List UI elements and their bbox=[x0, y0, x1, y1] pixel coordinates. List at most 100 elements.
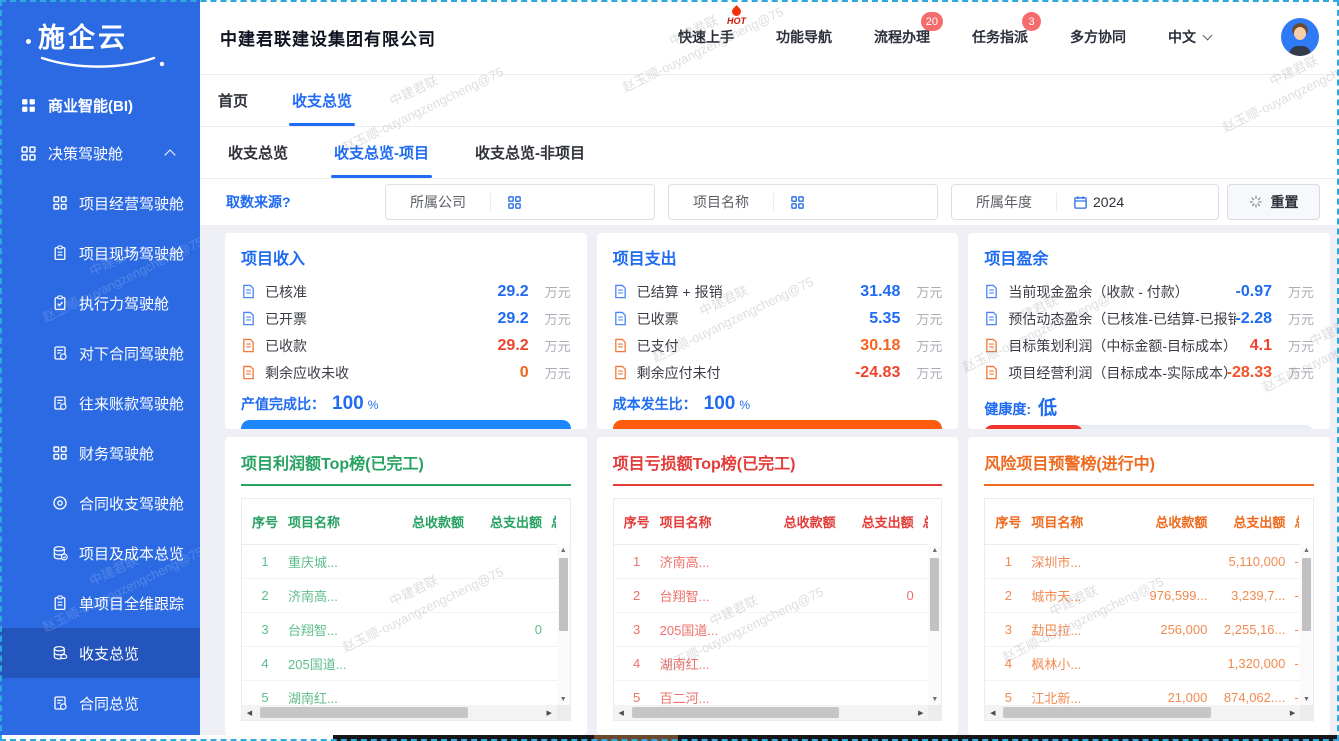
nav-quick-start[interactable]: HOT 快速上手 bbox=[678, 27, 734, 47]
sidebar-item-project-site[interactable]: 项目现场驾驶舱 bbox=[0, 228, 200, 278]
sidebar-item-bi[interactable]: 商业智能(BI) bbox=[0, 82, 200, 128]
company-filter[interactable]: 所属公司 bbox=[385, 184, 655, 220]
document-icon bbox=[984, 311, 999, 326]
vertical-scrollbar[interactable]: ▲▼ bbox=[1300, 546, 1313, 705]
sidebar-item-sub-contract[interactable]: 对下合同驾驶舱 bbox=[0, 328, 200, 378]
scroll-right-arrow[interactable]: ▶ bbox=[542, 709, 557, 717]
table-row[interactable]: 2台翔智...0 bbox=[614, 579, 929, 613]
app-logo[interactable]: 施企云 bbox=[0, 0, 200, 82]
scrollbar-thumb[interactable] bbox=[260, 707, 468, 718]
risk-warning-table-card: 风险项目预警榜(进行中) 序号 项目名称 总收款额 总支出额 总 1深圳市. bbox=[968, 437, 1330, 735]
table-row[interactable]: 4205国道... bbox=[242, 647, 557, 681]
stat-label: 已收款 bbox=[265, 336, 307, 356]
user-avatar[interactable] bbox=[1281, 18, 1319, 56]
table-row[interactable]: 1深圳市...5,110,000- bbox=[985, 545, 1300, 579]
sidebar-item-label: 项目现场驾驶舱 bbox=[79, 243, 184, 264]
scroll-left-arrow[interactable]: ◀ bbox=[985, 709, 1000, 717]
scroll-right-arrow[interactable]: ▶ bbox=[1285, 709, 1300, 717]
horizontal-scrollbar[interactable]: ◀▶ bbox=[985, 705, 1300, 720]
divider bbox=[773, 193, 774, 211]
scroll-left-arrow[interactable]: ◀ bbox=[242, 709, 257, 717]
scrollbar-thumb[interactable] bbox=[1003, 707, 1211, 718]
project-name-link[interactable]: 深圳市... bbox=[1031, 552, 1123, 571]
stat-label: 当前现金盈余（收款 - 付款） bbox=[1008, 282, 1188, 302]
sidebar-item-decision-cockpit[interactable]: 决策驾驶舱 bbox=[0, 128, 200, 178]
sidebar-item-accounts[interactable]: 往来账款驾驶舱 bbox=[0, 378, 200, 428]
stat-row: 已收款 29.2 万元 bbox=[241, 332, 571, 359]
project-name-link[interactable]: 济南高... bbox=[288, 586, 380, 605]
nav-multi-collab[interactable]: 多方协同 bbox=[1070, 27, 1126, 47]
scrollbar-thumb[interactable] bbox=[632, 707, 840, 718]
sidebar-item-project-operation[interactable]: 项目经营驾驶舱 bbox=[0, 178, 200, 228]
scroll-down-arrow[interactable]: ▼ bbox=[931, 695, 938, 705]
sidebar-item-contract-overview[interactable]: 合同总览 bbox=[0, 678, 200, 728]
filter-label: 所属年度 bbox=[952, 192, 1056, 212]
scroll-up-arrow[interactable]: ▲ bbox=[1303, 546, 1310, 556]
project-name-link[interactable]: 台翔智... bbox=[288, 620, 380, 639]
table-row[interactable]: 4湖南红... bbox=[614, 647, 929, 681]
sidebar-item-finance[interactable]: 财务驾驶舱 bbox=[0, 428, 200, 478]
card-title: 项目收入 bbox=[241, 245, 571, 269]
document-icon bbox=[241, 338, 256, 353]
sidebar-item-project-cost[interactable]: 项目及成本总览 bbox=[0, 528, 200, 578]
vertical-scrollbar[interactable]: ▲▼ bbox=[928, 546, 941, 705]
project-name-link[interactable]: 城市天... bbox=[1031, 586, 1123, 605]
scroll-right-arrow[interactable]: ▶ bbox=[913, 709, 928, 717]
scroll-up-arrow[interactable]: ▲ bbox=[560, 546, 567, 556]
stat-value: 31.48 bbox=[860, 283, 900, 301]
stat-unit: 万元 bbox=[900, 282, 942, 301]
sidebar-item-contract-inout[interactable]: 合同收支驾驶舱 bbox=[0, 478, 200, 528]
horizontal-scrollbar[interactable]: ◀▶ bbox=[614, 705, 929, 720]
scroll-left-arrow[interactable]: ◀ bbox=[614, 709, 629, 717]
vertical-scrollbar[interactable]: ▲▼ bbox=[557, 546, 570, 705]
project-name-link[interactable]: 湖南红... bbox=[660, 654, 752, 673]
scroll-up-arrow[interactable]: ▲ bbox=[931, 546, 938, 556]
reset-button[interactable]: 重置 bbox=[1227, 184, 1320, 220]
table-header-row: 序号 项目名称 总收款额 总支出额 总 bbox=[614, 499, 929, 545]
table-row[interactable]: 3台翔智...0 bbox=[242, 613, 557, 647]
nav-task-assign[interactable]: 3 任务指派 bbox=[972, 27, 1028, 47]
project-name-link[interactable]: 台翔智... bbox=[660, 586, 752, 605]
sidebar-item-income-expense[interactable]: 收支总览 bbox=[0, 628, 200, 678]
sidebar-item-single-project[interactable]: 单项目全维跟踪 bbox=[0, 578, 200, 628]
project-name-link[interactable]: 205国道... bbox=[288, 654, 380, 673]
project-name-link[interactable]: 205国道... bbox=[660, 620, 752, 639]
stat-label: 预估动态盈余（已核准-已结算-已报销） bbox=[1008, 309, 1235, 329]
main-area: 中建君联建设集团有限公司 HOT 快速上手 功能导航 20 流程办理 3 任务指… bbox=[200, 0, 1339, 735]
table-row[interactable]: 2济南高... bbox=[242, 579, 557, 613]
progress-bar bbox=[241, 420, 571, 429]
year-filter[interactable]: 所属年度 2024 bbox=[951, 184, 1219, 220]
language-selector[interactable]: 中文 bbox=[1168, 27, 1211, 47]
document-badge-icon bbox=[52, 345, 68, 361]
scroll-down-arrow[interactable]: ▼ bbox=[560, 695, 567, 705]
table-body: 1济南高... 2台翔智...0 3205国道... 4湖南红... bbox=[614, 545, 942, 715]
logo-text: 施企云 bbox=[38, 16, 128, 55]
document-badge-icon bbox=[52, 695, 68, 711]
nav-process-handling[interactable]: 20 流程办理 bbox=[874, 27, 930, 47]
scroll-down-arrow[interactable]: ▼ bbox=[1303, 695, 1310, 705]
table-row[interactable]: 2城市天...976,599...3,239,7...- bbox=[985, 579, 1300, 613]
grid-picker-icon bbox=[507, 195, 522, 210]
horizontal-scrollbar[interactable]: ◀▶ bbox=[242, 705, 557, 720]
project-name-link[interactable]: 枫林小... bbox=[1031, 654, 1123, 673]
table-row[interactable]: 4枫林小...1,320,000- bbox=[985, 647, 1300, 681]
project-name-link[interactable]: 勐巴拉... bbox=[1031, 620, 1123, 639]
scrollbar-thumb[interactable] bbox=[559, 558, 568, 631]
nav-function-guide[interactable]: 功能导航 bbox=[776, 27, 832, 47]
scrollbar-thumb[interactable] bbox=[1302, 558, 1311, 631]
project-name-link[interactable]: 济南高... bbox=[660, 552, 752, 571]
table-row[interactable]: 1重庆城... bbox=[242, 545, 557, 579]
subtab-overview[interactable]: 收支总览 bbox=[228, 127, 288, 178]
table-row[interactable]: 3205国道... bbox=[614, 613, 929, 647]
subtab-non-project[interactable]: 收支总览-非项目 bbox=[475, 127, 585, 178]
table-row[interactable]: 3勐巴拉...256,0002,255,16...- bbox=[985, 613, 1300, 647]
tab-home[interactable]: 首页 bbox=[218, 75, 248, 126]
scrollbar-thumb[interactable] bbox=[930, 558, 939, 631]
subtab-project[interactable]: 收支总览-项目 bbox=[334, 127, 429, 178]
project-name-link[interactable]: 重庆城... bbox=[288, 552, 380, 571]
sidebar-item-execution[interactable]: 执行力驾驶舱 bbox=[0, 278, 200, 328]
data-source-link[interactable]: 取数来源? bbox=[226, 192, 385, 212]
tab-income-expense[interactable]: 收支总览 bbox=[292, 75, 352, 126]
table-row[interactable]: 1济南高... bbox=[614, 545, 929, 579]
project-name-filter[interactable]: 项目名称 bbox=[668, 184, 938, 220]
